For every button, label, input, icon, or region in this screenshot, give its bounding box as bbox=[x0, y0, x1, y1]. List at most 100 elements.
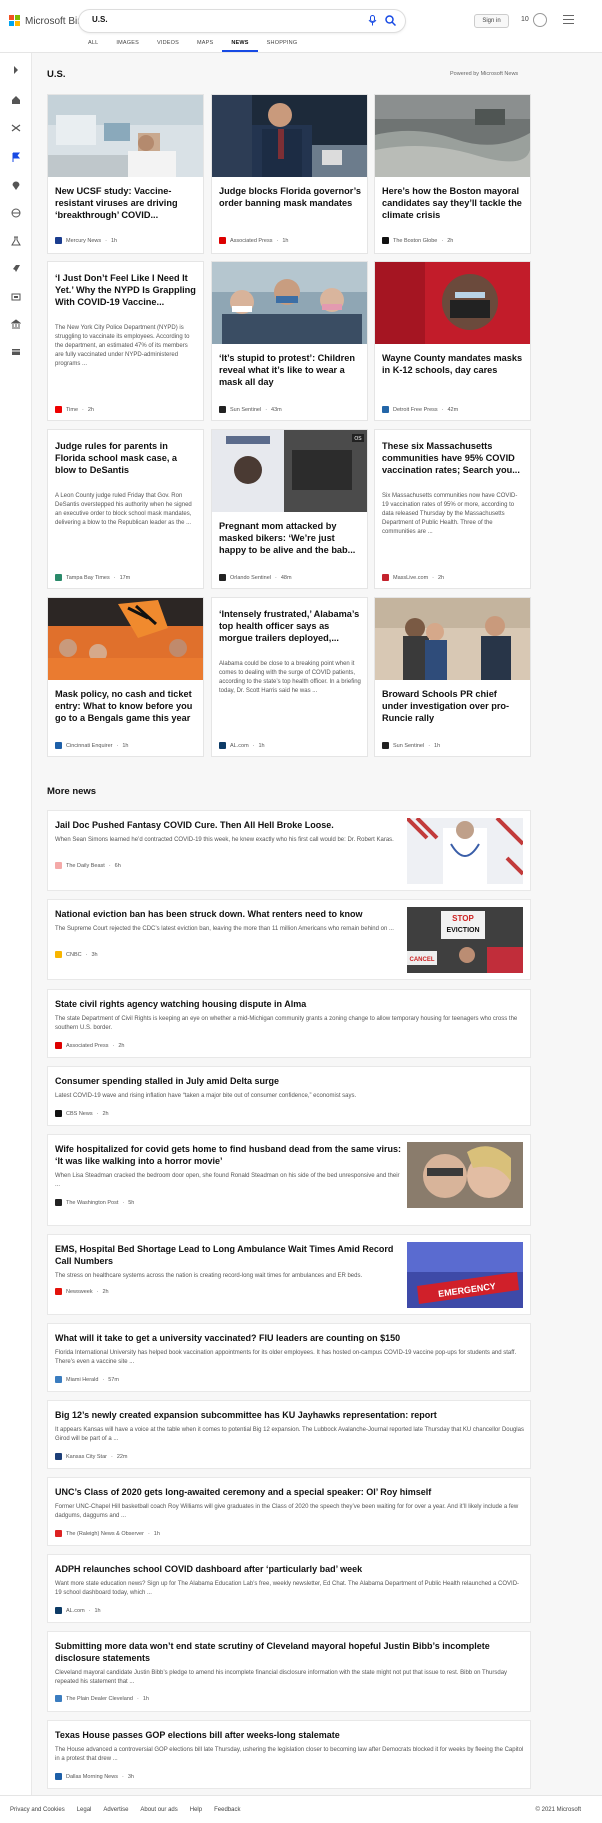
card-title[interactable]: Pregnant mom attacked by masked bikers: … bbox=[219, 520, 361, 556]
card-icon[interactable] bbox=[11, 347, 21, 357]
news-card[interactable]: OS Pregnant mom attacked by masked biker… bbox=[211, 429, 368, 589]
flag-icon[interactable] bbox=[11, 152, 21, 162]
film-icon[interactable] bbox=[11, 292, 21, 302]
news-list-item[interactable]: ADPH relaunches school COVID dashboard a… bbox=[47, 1554, 531, 1623]
news-card[interactable]: ‘I Just Don’t Feel Like I Need It Yet.’ … bbox=[47, 261, 204, 421]
search-box[interactable]: U.S. bbox=[79, 10, 405, 32]
news-list-item[interactable]: Texas House passes GOP elections bill af… bbox=[47, 1720, 531, 1789]
footer-link-help[interactable]: Help bbox=[190, 1807, 202, 1813]
rocket-icon[interactable] bbox=[11, 264, 21, 274]
card-source[interactable]: Detroit Free Press · 42m bbox=[382, 406, 458, 413]
card-source[interactable]: Mercury News · 1h bbox=[55, 237, 117, 244]
card-title[interactable]: Judge blocks Florida governor’s order ba… bbox=[219, 185, 361, 209]
card-title[interactable]: Broward Schools PR chief under investiga… bbox=[382, 688, 524, 724]
card-source[interactable]: The Boston Globe · 2h bbox=[382, 237, 453, 244]
item-source[interactable]: Newsweek · 2h bbox=[55, 1288, 109, 1295]
card-title[interactable]: Wayne County mandates masks in K-12 scho… bbox=[382, 352, 524, 376]
item-title[interactable]: Texas House passes GOP elections bill af… bbox=[55, 1729, 525, 1741]
tab-maps[interactable]: MAPS bbox=[188, 36, 222, 52]
footer-link-legal[interactable]: Legal bbox=[77, 1807, 92, 1813]
card-source[interactable]: Associated Press · 1h bbox=[219, 237, 288, 244]
card-title[interactable]: Judge rules for parents in Florida schoo… bbox=[55, 440, 197, 476]
home-icon[interactable] bbox=[11, 95, 21, 105]
rewards-count[interactable]: 10 bbox=[521, 16, 529, 23]
powered-by-text[interactable]: Powered by Microsoft News bbox=[450, 71, 518, 77]
card-source[interactable]: Sun Sentinel · 1h bbox=[382, 742, 440, 749]
tab-images[interactable]: IMAGES bbox=[107, 36, 148, 52]
news-card[interactable]: Judge rules for parents in Florida schoo… bbox=[47, 429, 204, 589]
bing-logo[interactable]: Microsoft Bing bbox=[9, 15, 88, 27]
news-card[interactable]: Wayne County mandates masks in K-12 scho… bbox=[374, 261, 531, 421]
card-title[interactable]: Here’s how the Boston mayoral candidates… bbox=[382, 185, 524, 221]
card-title[interactable]: Mask policy, no cash and ticket entry: W… bbox=[55, 688, 197, 724]
tab-news[interactable]: NEWS bbox=[222, 36, 258, 52]
bank-icon[interactable] bbox=[11, 319, 21, 329]
card-source[interactable]: AL.com · 1h bbox=[219, 742, 265, 749]
news-card[interactable]: New UCSF study: Vaccine-resistant viruse… bbox=[47, 94, 204, 254]
item-title[interactable]: Big 12’s newly created expansion subcomm… bbox=[55, 1409, 525, 1421]
news-list-item[interactable]: UNC’s Class of 2020 gets long-awaited ce… bbox=[47, 1477, 531, 1546]
item-title[interactable]: UNC’s Class of 2020 gets long-awaited ce… bbox=[55, 1486, 525, 1498]
item-source[interactable]: CBS News · 2h bbox=[55, 1110, 109, 1117]
item-source[interactable]: Associated Press · 2h bbox=[55, 1042, 124, 1049]
item-title[interactable]: EMS, Hospital Bed Shortage Lead to Long … bbox=[55, 1243, 405, 1267]
item-title[interactable]: Wife hospitalized for covid gets home to… bbox=[55, 1143, 405, 1167]
card-title[interactable]: ‘It’s stupid to protest’: Children revea… bbox=[219, 352, 361, 388]
news-card[interactable]: Judge blocks Florida governor’s order ba… bbox=[211, 94, 368, 254]
news-list-item[interactable]: Consumer spending stalled in July amid D… bbox=[47, 1066, 531, 1126]
news-list-item[interactable]: Submitting more data won’t end state scr… bbox=[47, 1631, 531, 1712]
news-list-item[interactable]: What will it take to get a university va… bbox=[47, 1323, 531, 1392]
item-title[interactable]: Jail Doc Pushed Fantasy COVID Cure. Then… bbox=[55, 819, 395, 831]
news-list-item[interactable]: Wife hospitalized for covid gets home to… bbox=[47, 1134, 531, 1226]
search-input[interactable]: U.S. bbox=[92, 15, 108, 24]
news-card[interactable]: These six Massachusetts communities have… bbox=[374, 429, 531, 589]
item-source[interactable]: Dallas Morning News · 3h bbox=[55, 1773, 134, 1780]
footer-link-about-ads[interactable]: About our ads bbox=[140, 1807, 177, 1813]
card-source[interactable]: Time · 2h bbox=[55, 406, 94, 413]
news-list-item[interactable]: State civil rights agency watching housi… bbox=[47, 989, 531, 1058]
news-list-item[interactable]: Big 12’s newly created expansion subcomm… bbox=[47, 1400, 531, 1469]
item-source[interactable]: The Daily Beast · 6h bbox=[55, 862, 121, 869]
location-icon[interactable] bbox=[11, 180, 21, 190]
item-source[interactable]: The Washington Post · 5h bbox=[55, 1199, 134, 1206]
card-title[interactable]: New UCSF study: Vaccine-resistant viruse… bbox=[55, 185, 197, 221]
news-card[interactable]: Broward Schools PR chief under investiga… bbox=[374, 597, 531, 757]
card-source[interactable]: Tampa Bay Times · 17m bbox=[55, 574, 130, 581]
item-source[interactable]: The Plain Dealer Cleveland · 1h bbox=[55, 1695, 149, 1702]
card-title[interactable]: These six Massachusetts communities have… bbox=[382, 440, 524, 476]
chevron-right-icon[interactable] bbox=[11, 65, 21, 75]
item-title[interactable]: State civil rights agency watching housi… bbox=[55, 998, 525, 1010]
science-icon[interactable] bbox=[11, 236, 21, 246]
news-card[interactable]: Here’s how the Boston mayoral candidates… bbox=[374, 94, 531, 254]
news-list-item[interactable]: National eviction ban has been struck do… bbox=[47, 899, 531, 980]
item-source[interactable]: The (Raleigh) News & Observer · 1h bbox=[55, 1530, 160, 1537]
news-list-item[interactable]: Jail Doc Pushed Fantasy COVID Cure. Then… bbox=[47, 810, 531, 891]
card-source[interactable]: Sun Sentinel · 43m bbox=[219, 406, 282, 413]
search-icon[interactable] bbox=[385, 15, 396, 26]
card-source[interactable]: Cincinnati Enquirer · 1h bbox=[55, 742, 128, 749]
item-title[interactable]: ADPH relaunches school COVID dashboard a… bbox=[55, 1563, 525, 1575]
rewards-trophy-icon[interactable] bbox=[533, 13, 547, 27]
shuffle-icon[interactable] bbox=[11, 123, 21, 133]
item-title[interactable]: National eviction ban has been struck do… bbox=[55, 908, 395, 920]
tab-shopping[interactable]: SHOPPING bbox=[258, 36, 307, 52]
tab-all[interactable]: ALL bbox=[79, 36, 107, 52]
card-title[interactable]: ‘I Just Don’t Feel Like I Need It Yet.’ … bbox=[55, 272, 197, 308]
news-list-item[interactable]: EMS, Hospital Bed Shortage Lead to Long … bbox=[47, 1234, 531, 1315]
footer-link-advertise[interactable]: Advertise bbox=[103, 1807, 128, 1813]
item-title[interactable]: Consumer spending stalled in July amid D… bbox=[55, 1075, 525, 1087]
item-source[interactable]: CNBC · 3h bbox=[55, 951, 98, 958]
footer-link-privacy[interactable]: Privacy and Cookies bbox=[10, 1807, 65, 1813]
microphone-icon[interactable] bbox=[368, 15, 377, 26]
news-card[interactable]: Mask policy, no cash and ticket entry: W… bbox=[47, 597, 204, 757]
footer-link-feedback[interactable]: Feedback bbox=[214, 1807, 240, 1813]
item-source[interactable]: Kansas City Star · 22m bbox=[55, 1453, 128, 1460]
news-card[interactable]: ‘It’s stupid to protest’: Children revea… bbox=[211, 261, 368, 421]
news-card[interactable]: ‘Intensely frustrated,’ Alabama’s top he… bbox=[211, 597, 368, 757]
tab-videos[interactable]: VIDEOS bbox=[148, 36, 188, 52]
item-title[interactable]: Submitting more data won’t end state scr… bbox=[55, 1640, 525, 1664]
item-source[interactable]: Miami Herald · 57m bbox=[55, 1376, 119, 1383]
card-source[interactable]: MassLive.com · 2h bbox=[382, 574, 444, 581]
globe-icon[interactable] bbox=[11, 208, 21, 218]
sign-in-button[interactable]: Sign in bbox=[474, 14, 509, 28]
